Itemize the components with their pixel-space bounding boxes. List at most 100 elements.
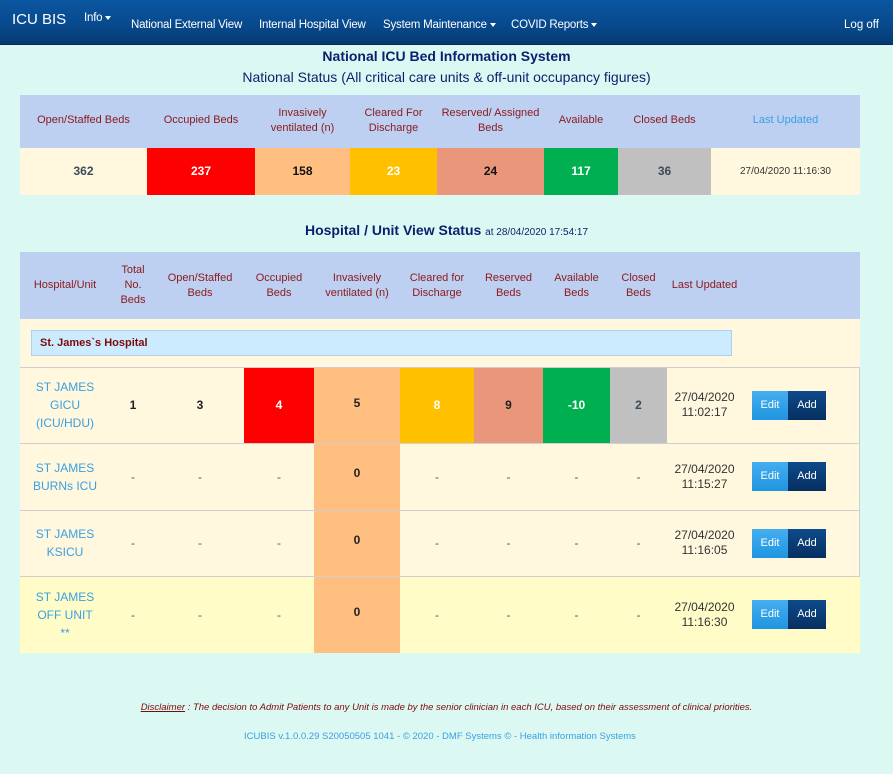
national-values-row: 362 237 158 23 24 117 36 27/04/2020 11:1… <box>20 146 860 195</box>
col-available: Available <box>544 95 618 147</box>
unit-name-line: ST JAMES <box>35 380 95 394</box>
page-subtitle: National Status (All critical care units… <box>242 69 651 85</box>
open-staffed-value: 3 <box>156 366 244 443</box>
hospital-group-row: St. James`s Hospital <box>20 319 860 367</box>
occupied-value: - <box>244 509 314 576</box>
reserved-value: 9 <box>474 366 543 443</box>
footer-version: ICUBIS v.1.0.0.29 S20050505 1041 - © 202… <box>244 731 636 742</box>
app-brand[interactable]: ICU BIS <box>12 11 66 28</box>
national-occupied-value: 237 <box>147 146 255 195</box>
col-cleared: Cleared for Discharge <box>400 252 474 319</box>
disclaimer-link[interactable]: Disclaimer <box>141 702 185 713</box>
last-updated-value: 27/04/2020 11:16:05 <box>667 509 742 576</box>
unit-name-line: BURNs ICU <box>32 478 97 493</box>
add-button[interactable]: Add <box>788 390 826 420</box>
ventilated-value: 5 <box>314 366 400 443</box>
national-last-updated-value: 27/04/2020 11:16:30 <box>711 146 860 195</box>
last-updated-date: 27/04/2020 <box>674 599 735 614</box>
col-occupied: Occupied Beds <box>147 95 255 147</box>
col-ventilated: Invasively ventilated (n) <box>314 252 400 319</box>
add-button[interactable]: Add <box>788 462 826 491</box>
nav-national-external-view[interactable]: National External View <box>131 19 242 31</box>
unit-name-link[interactable]: ST JAMES OFF UNIT ** <box>21 588 109 642</box>
unit-name-line: ST JAMES <box>35 460 95 475</box>
total-beds-value: - <box>110 509 156 576</box>
add-button[interactable]: Add <box>788 600 826 630</box>
national-closed-value: 36 <box>618 146 711 195</box>
available-value: - <box>543 442 610 510</box>
last-updated-date: 27/04/2020 <box>674 528 735 542</box>
last-updated-time: 11:16:30 <box>681 614 728 629</box>
table-row: ST JAMES GICU (ICU/HDU) 1 3 4 5 8 9 -10 2 … <box>20 366 860 443</box>
col-open-staffed: Open/Staffed Beds <box>20 95 147 147</box>
last-updated-time: 11:16:05 <box>681 543 728 557</box>
hospital-unit-table: Hospital/Unit Total No. Beds Open/Staffe… <box>20 252 860 653</box>
national-ventilated-value: 158 <box>255 146 350 195</box>
col-actions <box>742 252 860 319</box>
edit-button[interactable]: Edit <box>752 390 788 420</box>
nav-system-maintenance-menu[interactable]: System Maintenance <box>383 19 496 31</box>
open-staffed-value: - <box>156 575 244 653</box>
hospital-view-title: Hospital / Unit View Status <box>304 222 482 238</box>
occupied-value: 4 <box>244 366 314 443</box>
unit-name-cell[interactable]: ST JAMES KSICU <box>20 509 110 576</box>
last-updated-date: 27/04/2020 <box>674 390 735 404</box>
disclaimer-text: : The decision to Admit Patients to any … <box>185 702 753 713</box>
national-available-value: 117 <box>544 146 618 195</box>
unit-name-cell[interactable]: ST JAMES OFF UNIT ** <box>20 575 110 653</box>
open-staffed-value: - <box>156 442 244 510</box>
edit-button[interactable]: Edit <box>752 528 788 558</box>
available-value: - <box>543 575 610 653</box>
last-updated-value: 27/04/2020 11:15:27 <box>667 442 742 510</box>
reserved-value: - <box>474 509 543 576</box>
unit-name-line: ST JAMES <box>35 589 95 604</box>
col-ventilated: Invasively ventilated (n) <box>255 95 350 147</box>
nav-internal-hospital-view[interactable]: Internal Hospital View <box>259 19 366 31</box>
unit-name-link[interactable]: ST JAMES GICU (ICU/HDU) <box>21 378 109 432</box>
reserved-value: - <box>474 442 543 510</box>
table-row: ST JAMES KSICU - - - 0 - - - - 27/04/2020… <box>20 509 860 576</box>
hospital-header-row: Hospital/Unit Total No. Beds Open/Staffe… <box>20 252 860 319</box>
national-cleared-value: 23 <box>350 146 437 195</box>
closed-value: - <box>610 509 667 576</box>
caret-down-icon <box>105 15 112 20</box>
logoff-link[interactable]: Log off <box>844 19 879 31</box>
reserved-value: - <box>474 575 543 653</box>
total-beds-value: 1 <box>110 366 156 443</box>
cleared-value: - <box>400 509 474 576</box>
ventilated-value: 0 <box>314 575 400 653</box>
table-row: ST JAMES OFF UNIT ** - - - 0 - - - - 27/04… <box>20 575 860 653</box>
unit-name-link[interactable]: ST JAMES KSICU <box>21 525 109 561</box>
unit-name-line: ST JAMES <box>35 527 95 541</box>
table-row: ST JAMES BURNs ICU - - - 0 - - - - 27/04/… <box>20 442 860 510</box>
ventilated-value: 0 <box>314 509 400 576</box>
last-updated-time: 11:15:27 <box>681 476 728 491</box>
cleared-value: - <box>400 575 474 653</box>
unit-name-line: KSICU <box>46 545 84 559</box>
nav-system-maintenance-label: System Maintenance <box>383 19 487 31</box>
nav-info-menu[interactable]: Info <box>84 12 112 24</box>
cleared-value: 8 <box>400 366 474 443</box>
caret-down-icon <box>489 22 496 27</box>
edit-button[interactable]: Edit <box>752 462 788 491</box>
col-closed: Closed Beds <box>610 252 667 319</box>
last-updated-time: 11:02:17 <box>681 405 728 419</box>
closed-value: 2 <box>610 366 667 443</box>
unit-name-link[interactable]: ST JAMES BURNs ICU <box>21 459 109 495</box>
edit-button[interactable]: Edit <box>752 600 788 630</box>
closed-value: - <box>610 442 667 510</box>
add-button[interactable]: Add <box>788 528 826 558</box>
col-reserved: Reserved/ Assigned Beds <box>437 95 544 147</box>
nav-covid-reports-menu[interactable]: COVID Reports <box>511 19 598 31</box>
hospital-name: St. James`s Hospital <box>31 329 732 356</box>
hospital-view-heading: Hospital / Unit View Status at 28/04/202… <box>0 222 893 238</box>
last-updated-value: 27/04/2020 11:02:17 <box>667 366 742 443</box>
unit-name-line: OFF UNIT <box>37 607 93 622</box>
col-last-updated: Last Updated <box>667 252 742 319</box>
row-actions: Edit Add <box>742 575 860 653</box>
national-header-row: Open/Staffed Beds Occupied Beds Invasive… <box>20 95 860 147</box>
unit-name-cell[interactable]: ST JAMES GICU (ICU/HDU) <box>20 366 110 443</box>
unit-name-cell[interactable]: ST JAMES BURNs ICU <box>20 442 110 510</box>
ventilated-value: 0 <box>314 442 400 510</box>
col-closed: Closed Beds <box>618 95 711 147</box>
